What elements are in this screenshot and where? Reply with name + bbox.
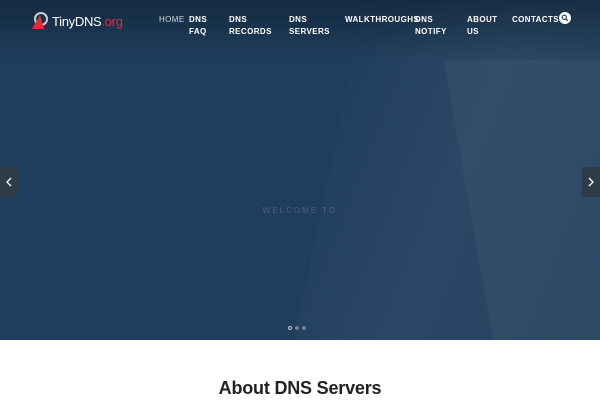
slider-dot[interactable] (288, 326, 292, 330)
slider-next-button[interactable] (582, 167, 600, 197)
site-header: TinyDNS.org HOME DNS FAQ DNS RECORDS DNS… (0, 0, 600, 52)
nav-item-contacts[interactable]: CONTACTS (512, 14, 559, 26)
section-title: About DNS Servers (218, 378, 382, 398)
nav-item-home[interactable]: HOME (159, 14, 185, 26)
search-button[interactable] (559, 12, 571, 24)
search-icon (561, 14, 569, 22)
slider-dot[interactable] (295, 326, 299, 330)
site-logo[interactable]: TinyDNS.org (30, 10, 130, 32)
logo-text: TinyDNS.org (52, 13, 123, 29)
nav-item-about-us[interactable]: ABOUT US (467, 14, 497, 38)
slider-pagination (288, 326, 306, 332)
nav-item-dns-faq[interactable]: DNS FAQ (189, 14, 207, 38)
nav-item-dns-servers[interactable]: DNS SERVERS (289, 14, 330, 38)
chevron-right-icon (588, 177, 594, 187)
hero-welcome-text: WELCOME TO (262, 206, 338, 215)
slider-prev-button[interactable] (0, 167, 18, 197)
chevron-left-icon (6, 177, 12, 187)
logo-mark-icon (32, 12, 48, 29)
nav-item-dns-records[interactable]: DNS RECORDS (229, 14, 272, 38)
slider-dot[interactable] (302, 326, 306, 330)
nav-item-walkthroughs[interactable]: WALKTHROUGHS (345, 14, 419, 26)
nav-item-dns-notify[interactable]: DNS NOTIFY (415, 14, 447, 38)
